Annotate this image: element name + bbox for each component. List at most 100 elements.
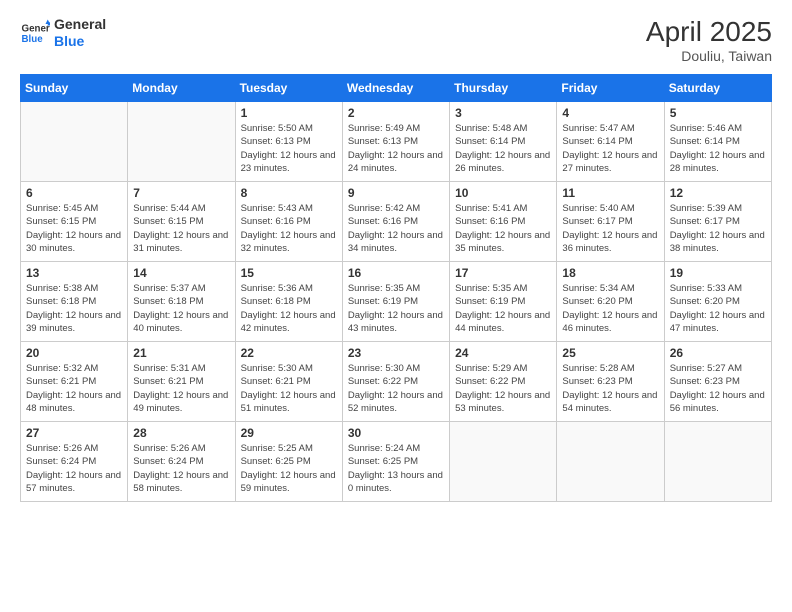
- day-number: 29: [241, 426, 337, 440]
- table-row: 19 Sunrise: 5:33 AM Sunset: 6:20 PM Dayli…: [664, 262, 771, 342]
- day-number: 22: [241, 346, 337, 360]
- day-info: Sunrise: 5:36 AM Sunset: 6:18 PM Dayligh…: [241, 282, 337, 335]
- header-sunday: Sunday: [21, 75, 128, 102]
- table-row: 11 Sunrise: 5:40 AM Sunset: 6:17 PM Dayli…: [557, 182, 664, 262]
- logo: General Blue General Blue: [20, 16, 106, 50]
- day-info: Sunrise: 5:32 AM Sunset: 6:21 PM Dayligh…: [26, 362, 122, 415]
- day-number: 13: [26, 266, 122, 280]
- table-row: 14Sunrise: 5:37 AM Sunset: 6:18 PM Dayli…: [128, 262, 235, 342]
- table-row: [128, 102, 235, 182]
- day-info: Sunrise: 5:25 AM Sunset: 6:25 PM Dayligh…: [241, 442, 337, 495]
- day-number: 3: [455, 106, 551, 120]
- day-info: Sunrise: 5:35 AM Sunset: 6:19 PM Dayligh…: [455, 282, 551, 335]
- day-number: 10: [455, 186, 551, 200]
- day-number: 6: [26, 186, 122, 200]
- table-row: 22 Sunrise: 5:30 AM Sunset: 6:21 PM Dayli…: [235, 342, 342, 422]
- header-friday: Friday: [557, 75, 664, 102]
- table-row: [664, 422, 771, 502]
- day-info: Sunrise: 5:45 AM Sunset: 6:15 PM Dayligh…: [26, 202, 122, 255]
- table-row: 15 Sunrise: 5:36 AM Sunset: 6:18 PM Dayli…: [235, 262, 342, 342]
- table-row: 21 Sunrise: 5:31 AM Sunset: 6:21 PM Dayli…: [128, 342, 235, 422]
- calendar-week-row: 27 Sunrise: 5:26 AM Sunset: 6:24 PM Dayli…: [21, 422, 772, 502]
- day-info: Sunrise: 5:43 AM Sunset: 6:16 PM Dayligh…: [241, 202, 337, 255]
- header-wednesday: Wednesday: [342, 75, 449, 102]
- day-info: Sunrise: 5:48 AM Sunset: 6:14 PM Dayligh…: [455, 122, 551, 175]
- day-info: Sunrise: 5:41 AM Sunset: 6:16 PM Dayligh…: [455, 202, 551, 255]
- day-number: 12: [670, 186, 766, 200]
- day-info: Sunrise: 5:34 AM Sunset: 6:20 PM Dayligh…: [562, 282, 658, 335]
- table-row: 27 Sunrise: 5:26 AM Sunset: 6:24 PM Dayli…: [21, 422, 128, 502]
- day-info: Sunrise: 5:24 AM Sunset: 6:25 PM Dayligh…: [348, 442, 444, 495]
- page-header: General Blue General Blue April 2025 Dou…: [20, 16, 772, 64]
- day-info: Sunrise: 5:39 AM Sunset: 6:17 PM Dayligh…: [670, 202, 766, 255]
- calendar-week-row: 1 Sunrise: 5:50 AM Sunset: 6:13 PM Daylig…: [21, 102, 772, 182]
- day-info: Sunrise: 5:33 AM Sunset: 6:20 PM Dayligh…: [670, 282, 766, 335]
- table-row: 8 Sunrise: 5:43 AM Sunset: 6:16 PM Daylig…: [235, 182, 342, 262]
- table-row: 26 Sunrise: 5:27 AM Sunset: 6:23 PM Dayli…: [664, 342, 771, 422]
- header-thursday: Thursday: [450, 75, 557, 102]
- header-saturday: Saturday: [664, 75, 771, 102]
- calendar-table: Sunday Monday Tuesday Wednesday Thursday…: [20, 74, 772, 502]
- day-number: 1: [241, 106, 337, 120]
- day-info: Sunrise: 5:26 AM Sunset: 6:24 PM Dayligh…: [133, 442, 229, 495]
- table-row: 4Sunrise: 5:47 AM Sunset: 6:14 PM Daylig…: [557, 102, 664, 182]
- table-row: 5 Sunrise: 5:46 AM Sunset: 6:14 PM Daylig…: [664, 102, 771, 182]
- day-number: 23: [348, 346, 444, 360]
- table-row: 24Sunrise: 5:29 AM Sunset: 6:22 PM Dayli…: [450, 342, 557, 422]
- day-number: 9: [348, 186, 444, 200]
- table-row: 3 Sunrise: 5:48 AM Sunset: 6:14 PM Daylig…: [450, 102, 557, 182]
- day-number: 20: [26, 346, 122, 360]
- table-row: 18 Sunrise: 5:34 AM Sunset: 6:20 PM Dayli…: [557, 262, 664, 342]
- table-row: 7Sunrise: 5:44 AM Sunset: 6:15 PM Daylig…: [128, 182, 235, 262]
- calendar-week-row: 20 Sunrise: 5:32 AM Sunset: 6:21 PM Dayli…: [21, 342, 772, 422]
- table-row: 25 Sunrise: 5:28 AM Sunset: 6:23 PM Dayli…: [557, 342, 664, 422]
- day-info: Sunrise: 5:47 AM Sunset: 6:14 PM Dayligh…: [562, 122, 658, 175]
- table-row: 6 Sunrise: 5:45 AM Sunset: 6:15 PM Daylig…: [21, 182, 128, 262]
- day-number: 25: [562, 346, 658, 360]
- table-row: 2Sunrise: 5:49 AM Sunset: 6:13 PM Daylig…: [342, 102, 449, 182]
- logo-line2: Blue: [54, 33, 106, 50]
- day-info: Sunrise: 5:38 AM Sunset: 6:18 PM Dayligh…: [26, 282, 122, 335]
- day-number: 28: [133, 426, 229, 440]
- table-row: 30 Sunrise: 5:24 AM Sunset: 6:25 PM Dayli…: [342, 422, 449, 502]
- day-info: Sunrise: 5:35 AM Sunset: 6:19 PM Dayligh…: [348, 282, 444, 335]
- calendar-week-row: 6 Sunrise: 5:45 AM Sunset: 6:15 PM Daylig…: [21, 182, 772, 262]
- day-number: 26: [670, 346, 766, 360]
- day-info: Sunrise: 5:30 AM Sunset: 6:22 PM Dayligh…: [348, 362, 444, 415]
- table-row: [21, 102, 128, 182]
- day-info: Sunrise: 5:49 AM Sunset: 6:13 PM Dayligh…: [348, 122, 444, 175]
- day-number: 19: [670, 266, 766, 280]
- day-info: Sunrise: 5:46 AM Sunset: 6:14 PM Dayligh…: [670, 122, 766, 175]
- table-row: 9Sunrise: 5:42 AM Sunset: 6:16 PM Daylig…: [342, 182, 449, 262]
- day-number: 30: [348, 426, 444, 440]
- table-row: 16Sunrise: 5:35 AM Sunset: 6:19 PM Dayli…: [342, 262, 449, 342]
- day-number: 21: [133, 346, 229, 360]
- day-number: 8: [241, 186, 337, 200]
- day-number: 17: [455, 266, 551, 280]
- day-number: 18: [562, 266, 658, 280]
- table-row: 13 Sunrise: 5:38 AM Sunset: 6:18 PM Dayli…: [21, 262, 128, 342]
- day-number: 7: [133, 186, 229, 200]
- day-number: 27: [26, 426, 122, 440]
- table-row: 10 Sunrise: 5:41 AM Sunset: 6:16 PM Dayli…: [450, 182, 557, 262]
- header-tuesday: Tuesday: [235, 75, 342, 102]
- day-info: Sunrise: 5:40 AM Sunset: 6:17 PM Dayligh…: [562, 202, 658, 255]
- day-number: 11: [562, 186, 658, 200]
- weekday-header-row: Sunday Monday Tuesday Wednesday Thursday…: [21, 75, 772, 102]
- table-row: 12 Sunrise: 5:39 AM Sunset: 6:17 PM Dayli…: [664, 182, 771, 262]
- table-row: 28 Sunrise: 5:26 AM Sunset: 6:24 PM Dayli…: [128, 422, 235, 502]
- day-info: Sunrise: 5:26 AM Sunset: 6:24 PM Dayligh…: [26, 442, 122, 495]
- day-info: Sunrise: 5:27 AM Sunset: 6:23 PM Dayligh…: [670, 362, 766, 415]
- day-info: Sunrise: 5:30 AM Sunset: 6:21 PM Dayligh…: [241, 362, 337, 415]
- title-block: April 2025 Douliu, Taiwan: [646, 16, 772, 64]
- table-row: 29 Sunrise: 5:25 AM Sunset: 6:25 PM Dayli…: [235, 422, 342, 502]
- day-number: 14: [133, 266, 229, 280]
- day-info: Sunrise: 5:31 AM Sunset: 6:21 PM Dayligh…: [133, 362, 229, 415]
- header-monday: Monday: [128, 75, 235, 102]
- day-info: Sunrise: 5:28 AM Sunset: 6:23 PM Dayligh…: [562, 362, 658, 415]
- table-row: 20 Sunrise: 5:32 AM Sunset: 6:21 PM Dayli…: [21, 342, 128, 422]
- calendar-week-row: 13 Sunrise: 5:38 AM Sunset: 6:18 PM Dayli…: [21, 262, 772, 342]
- day-number: 15: [241, 266, 337, 280]
- day-number: 5: [670, 106, 766, 120]
- day-info: Sunrise: 5:50 AM Sunset: 6:13 PM Dayligh…: [241, 122, 337, 175]
